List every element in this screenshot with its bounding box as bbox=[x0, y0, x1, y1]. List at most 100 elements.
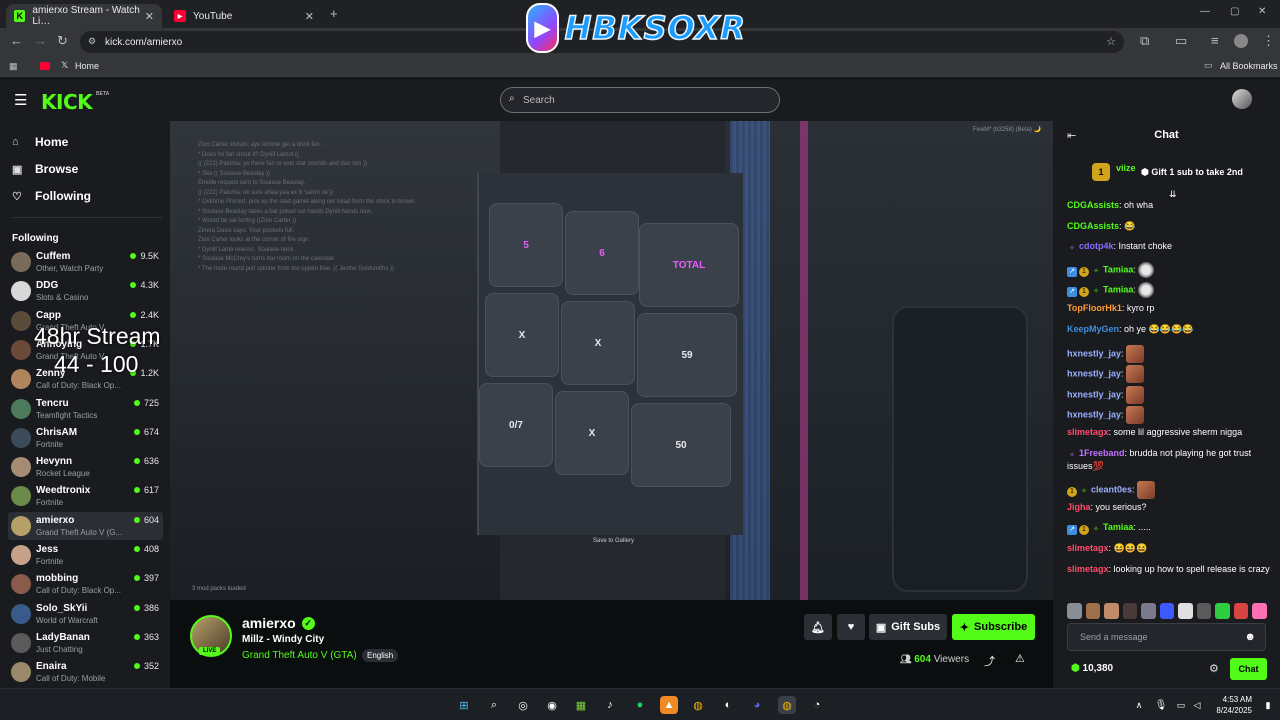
sidebar-item-ddg[interactable]: DDG Slots & Casino 4.3K bbox=[8, 277, 163, 305]
close-tab-icon[interactable]: ✕ bbox=[145, 10, 154, 23]
emote-icon[interactable] bbox=[1252, 603, 1268, 619]
sidebar-item-solo-skyii[interactable]: Solo_SkYii World of Warcraft 386 bbox=[8, 600, 163, 628]
tab-youtube[interactable]: ▶ YouTube ✕ bbox=[166, 4, 322, 28]
sidebar-item-home[interactable]: ⌂ Home bbox=[12, 135, 68, 149]
profile-avatar[interactable] bbox=[1234, 34, 1248, 48]
chat-username[interactable]: Tamiaa bbox=[1103, 522, 1133, 532]
app-icon[interactable]: ◔ bbox=[808, 696, 826, 714]
reload-icon[interactable]: ↻ bbox=[57, 33, 68, 49]
chat-username[interactable]: cleant0es bbox=[1091, 484, 1132, 494]
chat-username[interactable]: slimetagx bbox=[1067, 427, 1109, 437]
minimize-icon[interactable]: — bbox=[1200, 6, 1210, 17]
chat-username[interactable]: hxnestly_jay bbox=[1067, 368, 1121, 378]
bookmark-star-icon[interactable]: ☆ bbox=[1106, 35, 1116, 48]
scroll-down-icon[interactable]: ⇊ bbox=[1169, 189, 1177, 200]
emote-icon[interactable] bbox=[1085, 603, 1101, 619]
app-icon[interactable]: ▲ bbox=[660, 696, 678, 714]
spotify-icon[interactable]: ● bbox=[631, 696, 649, 714]
sidebar-item-amierxo[interactable]: amierxo Grand Theft Auto V (G... 604 bbox=[8, 511, 163, 540]
subscribe-button[interactable]: ✦ Subscribe bbox=[952, 614, 1035, 640]
sidebar-item-tencru[interactable]: Tencru Teamfight Tactics 725 bbox=[8, 395, 163, 423]
x-bookmark-icon[interactable]: 𝕏 bbox=[61, 60, 68, 71]
chat-username[interactable]: Jigha bbox=[1067, 502, 1091, 512]
sidebar-item-jess[interactable]: Jess Fortnite 408 bbox=[8, 541, 163, 569]
close-window-icon[interactable]: ✕ bbox=[1258, 6, 1266, 17]
emoji-icon[interactable]: ☻ bbox=[1244, 631, 1256, 643]
user-avatar[interactable] bbox=[1232, 89, 1252, 109]
chat-username[interactable]: hxnestly_jay bbox=[1067, 409, 1121, 419]
follow-button[interactable]: ♥ bbox=[837, 614, 865, 640]
emote-icon[interactable] bbox=[1067, 603, 1082, 619]
emote-icon[interactable] bbox=[1196, 603, 1212, 619]
emote-icon[interactable] bbox=[1178, 603, 1193, 619]
site-info-icon[interactable]: ⚙ bbox=[88, 36, 96, 47]
report-icon[interactable]: ⚠ bbox=[1015, 652, 1025, 665]
forward-icon[interactable]: → bbox=[34, 33, 47, 48]
discord-icon[interactable]: ◕ bbox=[748, 696, 766, 714]
chat-username[interactable]: KeepMyGen bbox=[1067, 324, 1119, 334]
chrome-active-icon[interactable]: ◍ bbox=[778, 696, 796, 714]
send-chat-button[interactable]: Chat bbox=[1230, 658, 1267, 680]
emote-icon[interactable] bbox=[1104, 603, 1119, 619]
channel-points[interactable]: ⬢ 10,380 bbox=[1071, 663, 1113, 674]
new-tab-icon[interactable]: + bbox=[330, 6, 338, 21]
kick-logo[interactable]: KICK bbox=[41, 90, 93, 114]
close-tab-icon[interactable]: ✕ bbox=[305, 10, 314, 23]
notification-icon[interactable]: ▮ bbox=[1259, 696, 1277, 714]
gift-subs-button[interactable]: ▣ Gift Subs bbox=[869, 614, 947, 640]
media-icon[interactable]: ≡ bbox=[1211, 33, 1219, 48]
streamer-name[interactable]: amierxo ✓ bbox=[242, 615, 315, 631]
menu-icon[interactable]: ⋮ bbox=[1262, 33, 1275, 49]
youtube-bookmark-icon[interactable] bbox=[40, 62, 50, 70]
language-tag[interactable]: English bbox=[362, 649, 399, 662]
stream-category-link[interactable]: Grand Theft Auto V (GTA) bbox=[242, 650, 357, 661]
cast-icon[interactable]: ▭ bbox=[1175, 33, 1187, 49]
emote-icon[interactable] bbox=[1215, 603, 1230, 619]
windows-start-icon[interactable]: ⊞ bbox=[455, 696, 473, 714]
notification-bell-button[interactable]: 🔔︎ bbox=[804, 614, 832, 640]
chat-username[interactable]: hxnestly_jay bbox=[1067, 389, 1121, 399]
tray-chevron-icon[interactable]: ∧ bbox=[1130, 696, 1148, 714]
app-icon[interactable]: ◐ bbox=[719, 696, 737, 714]
bookmark-home[interactable]: Home bbox=[75, 61, 99, 71]
sidebar-item-browse[interactable]: ▣ Browse bbox=[12, 162, 78, 176]
steam-icon[interactable]: ◎ bbox=[514, 696, 532, 714]
video-player[interactable]: Zion Carter shouts: aye lemme get a drin… bbox=[170, 121, 1053, 600]
chat-settings-gear-icon[interactable]: ⚙ bbox=[1209, 662, 1219, 675]
tiktok-icon[interactable]: ♪ bbox=[601, 696, 619, 714]
pinned-user[interactable]: viize bbox=[1116, 163, 1136, 173]
chat-username[interactable]: hxnestly_jay bbox=[1067, 348, 1121, 358]
microphone-icon[interactable]: 🎙︎ bbox=[1152, 696, 1170, 714]
emote-icon[interactable] bbox=[1122, 603, 1138, 619]
nvidia-icon[interactable]: ▦ bbox=[572, 696, 590, 714]
emote-icon[interactable] bbox=[1141, 603, 1156, 619]
search-input[interactable]: ⌕ Search bbox=[500, 87, 780, 113]
sidebar-item-cuffem[interactable]: Cuffem Other, Watch Party 9.5K bbox=[8, 248, 163, 276]
all-bookmarks[interactable]: All Bookmarks bbox=[1220, 61, 1278, 71]
chrome-icon[interactable]: ◍ bbox=[689, 696, 707, 714]
sidebar-item-following[interactable]: ♡ Following bbox=[12, 189, 91, 203]
sidebar-item-mobbing[interactable]: mobbing Call of Duty: Black Op... 397 bbox=[8, 570, 163, 598]
sidebar-item-ladybanan[interactable]: LadyBanan Just Chatting 363 bbox=[8, 629, 163, 657]
chat-username[interactable]: CDGAssists bbox=[1067, 221, 1119, 231]
chat-username[interactable]: slimetagx bbox=[1067, 564, 1109, 574]
chat-username[interactable]: Tamiaa bbox=[1103, 264, 1133, 274]
search-icon[interactable]: ⌕ bbox=[485, 696, 503, 714]
hamburger-menu-icon[interactable]: ☰ bbox=[14, 91, 27, 109]
back-icon[interactable]: ← bbox=[10, 33, 23, 48]
emote-icon[interactable] bbox=[1159, 603, 1175, 619]
chat-username[interactable]: CDGAssists bbox=[1067, 200, 1119, 210]
sidebar-item-weedtronix[interactable]: Weedtronix Fortnite 617 bbox=[8, 482, 163, 510]
chat-username[interactable]: Tamiaa bbox=[1103, 284, 1133, 294]
share-icon[interactable]: ⤴ bbox=[984, 653, 995, 669]
extensions-icon[interactable]: ⧉ bbox=[1140, 33, 1149, 49]
sidebar-item-hevynn[interactable]: Hevynn Rocket League 636 bbox=[8, 453, 163, 481]
tab-kick[interactable]: K amierxo Stream - Watch Li… ✕ bbox=[6, 4, 162, 28]
sidebar-item-chrisam[interactable]: ChrisAM Fortnite 674 bbox=[8, 424, 163, 452]
chat-username[interactable]: slimetagx bbox=[1067, 543, 1109, 553]
chat-username[interactable]: 1Freeband bbox=[1079, 448, 1125, 458]
apps-grid-icon[interactable]: ▦ bbox=[9, 61, 18, 72]
volume-icon[interactable]: ◁ bbox=[1188, 696, 1206, 714]
maximize-icon[interactable]: ▢ bbox=[1230, 6, 1239, 17]
system-clock[interactable]: 4:53 AM 8/24/2025 bbox=[1208, 694, 1252, 716]
